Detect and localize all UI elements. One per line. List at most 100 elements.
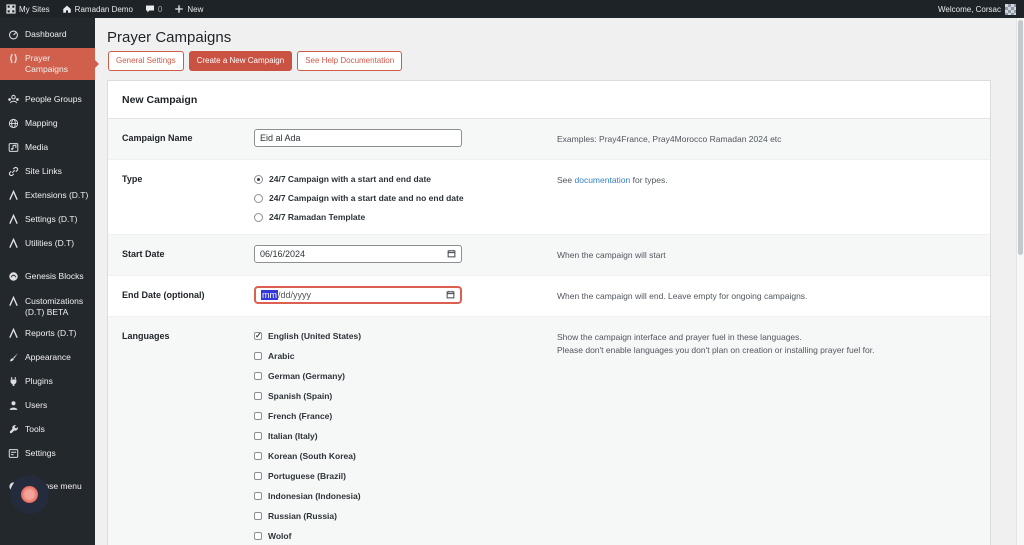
checkbox-icon[interactable] [254, 492, 262, 500]
sidebar-item-tools[interactable]: Tools [0, 419, 95, 443]
checkbox-icon[interactable] [254, 372, 262, 380]
language-option-german[interactable]: German (Germany) [254, 371, 557, 381]
my-sites-label: My Sites [19, 4, 50, 14]
welcome-label[interactable]: Welcome, Corsac [938, 5, 1001, 14]
radio-icon[interactable] [254, 193, 263, 203]
panel-title: New Campaign [108, 81, 990, 119]
sidebar-item-genesis-blocks[interactable]: Genesis Blocks [0, 266, 95, 290]
language-option-indonesian[interactable]: Indonesian (Indonesia) [254, 491, 557, 501]
type-option-ramadan-template[interactable]: 24/7 Ramadan Template [254, 212, 557, 222]
language-option-arabic[interactable]: Arabic [254, 351, 557, 361]
radio-selected-icon[interactable] [254, 174, 263, 184]
people-groups-icon [8, 94, 19, 108]
type-option-start-end[interactable]: 24/7 Campaign with a start and end date [254, 174, 557, 184]
end-date-help: When the campaign will end. Leave empty … [557, 291, 808, 301]
create-new-campaign-button[interactable]: Create a New Campaign [188, 51, 293, 71]
sidebar-item-extensions-dt[interactable]: Extensions (D.T) [0, 185, 95, 209]
checkbox-icon[interactable] [254, 512, 262, 520]
see-help-documentation-button[interactable]: See Help Documentation [297, 51, 403, 71]
new-content-menu[interactable]: New [168, 0, 209, 18]
dt-caret-icon [8, 238, 19, 252]
language-option-portuguese[interactable]: Portuguese (Brazil) [254, 471, 557, 481]
sidebar-item-media[interactable]: Media [0, 137, 95, 161]
date-segment-month[interactable]: mm [261, 290, 278, 300]
checkbox-icon[interactable] [254, 392, 262, 400]
calendar-icon[interactable] [447, 249, 456, 260]
my-sites-icon [6, 4, 16, 14]
type-help: See documentation for types. [557, 175, 668, 185]
checkbox-icon[interactable] [254, 472, 262, 480]
campaign-name-label: Campaign Name [122, 133, 193, 143]
site-name-menu[interactable]: Ramadan Demo [56, 0, 139, 18]
language-option-korean[interactable]: Korean (South Korea) [254, 451, 557, 461]
admin-bar: My Sites Ramadan Demo 0 New Welcome, Cor… [0, 0, 1024, 18]
genesis-icon [8, 271, 19, 285]
language-option-italian[interactable]: Italian (Italy) [254, 431, 557, 441]
avatar[interactable] [1005, 3, 1016, 15]
vertical-scrollbar[interactable] [1016, 18, 1024, 545]
plugin-icon [8, 376, 19, 390]
checkbox-icon[interactable] [254, 452, 262, 460]
media-icon [8, 142, 19, 156]
dt-caret-icon [8, 295, 19, 310]
sidebar-item-reports-dt[interactable]: Reports (D.T) [0, 323, 95, 347]
prayer-icon [8, 53, 19, 67]
language-option-english[interactable]: English (United States) [254, 331, 557, 341]
language-option-russian[interactable]: Russian (Russia) [254, 511, 557, 521]
user-icon [8, 400, 19, 414]
feedback-widget-button[interactable] [10, 475, 49, 514]
my-sites-menu[interactable]: My Sites [0, 0, 56, 18]
sidebar-item-settings-dt[interactable]: Settings (D.T) [0, 209, 95, 233]
sidebar-item-users[interactable]: Users [0, 395, 95, 419]
end-date-input[interactable]: mm/dd/yyyy [254, 286, 462, 304]
campaign-name-row: Campaign Name Eid al Ada Examples: Pray4… [108, 119, 990, 160]
sidebar-item-utilities-dt[interactable]: Utilities (D.T) [0, 233, 95, 257]
languages-label: Languages [122, 331, 170, 341]
page-actions: General Settings Create a New Campaign S… [108, 51, 403, 71]
type-label: Type [122, 174, 143, 184]
dt-caret-icon [8, 190, 19, 204]
campaign-name-input[interactable]: Eid al Ada [254, 129, 462, 147]
sidebar-item-site-links[interactable]: Site Links [0, 161, 95, 185]
globe-icon [8, 118, 19, 132]
language-option-spanish[interactable]: Spanish (Spain) [254, 391, 557, 401]
checkbox-icon[interactable] [254, 412, 262, 420]
language-option-french[interactable]: French (France) [254, 411, 557, 421]
general-settings-button[interactable]: General Settings [108, 51, 184, 71]
sidebar-item-people-groups[interactable]: People Groups [0, 89, 95, 113]
scrollbar-thumb[interactable] [1018, 20, 1023, 255]
language-option-wolof[interactable]: Wolof [254, 531, 557, 541]
sidebar-item-prayer-campaigns[interactable]: Prayer Campaigns [0, 48, 99, 81]
new-label: New [187, 4, 204, 14]
checkbox-icon[interactable] [254, 532, 262, 540]
type-option-no-end[interactable]: 24/7 Campaign with a start date and no e… [254, 193, 557, 203]
record-dot-icon [21, 486, 38, 503]
sidebar-item-customizations-dt[interactable]: Customizations (D.T) BETA [0, 291, 95, 323]
start-date-row: Start Date 06/16/2024 When the campaign … [108, 235, 990, 276]
sidebar-item-mapping[interactable]: Mapping [0, 113, 95, 137]
languages-help: Show the campaign interface and prayer f… [557, 332, 875, 355]
settings-icon [8, 448, 19, 462]
dt-caret-icon [8, 327, 19, 342]
site-name-label: Ramadan Demo [74, 4, 133, 14]
start-date-help: When the campaign will start [557, 250, 666, 260]
new-campaign-panel: New Campaign Campaign Name Eid al Ada Ex… [107, 80, 991, 545]
start-date-input[interactable]: 06/16/2024 [254, 245, 462, 263]
sidebar-item-appearance[interactable]: Appearance [0, 347, 95, 371]
comments-menu[interactable]: 0 [139, 0, 168, 18]
brush-icon [8, 352, 19, 366]
checkbox-icon[interactable] [254, 432, 262, 440]
sidebar-item-plugins[interactable]: Plugins [0, 371, 95, 395]
comments-count: 0 [157, 4, 163, 14]
checkbox-checked-icon[interactable] [254, 331, 262, 340]
sidebar-item-settings[interactable]: Settings [0, 443, 95, 467]
radio-icon[interactable] [254, 212, 263, 222]
start-date-label: Start Date [122, 249, 165, 259]
documentation-link[interactable]: documentation [575, 175, 631, 185]
checkbox-icon[interactable] [254, 352, 262, 360]
calendar-icon[interactable] [446, 290, 455, 301]
home-icon [62, 4, 72, 14]
campaign-name-help: Examples: Pray4France, Pray4Morocco Rama… [557, 134, 782, 144]
type-row: Type 24/7 Campaign with a start and end … [108, 160, 990, 235]
sidebar-item-dashboard[interactable]: Dashboard [0, 24, 95, 48]
